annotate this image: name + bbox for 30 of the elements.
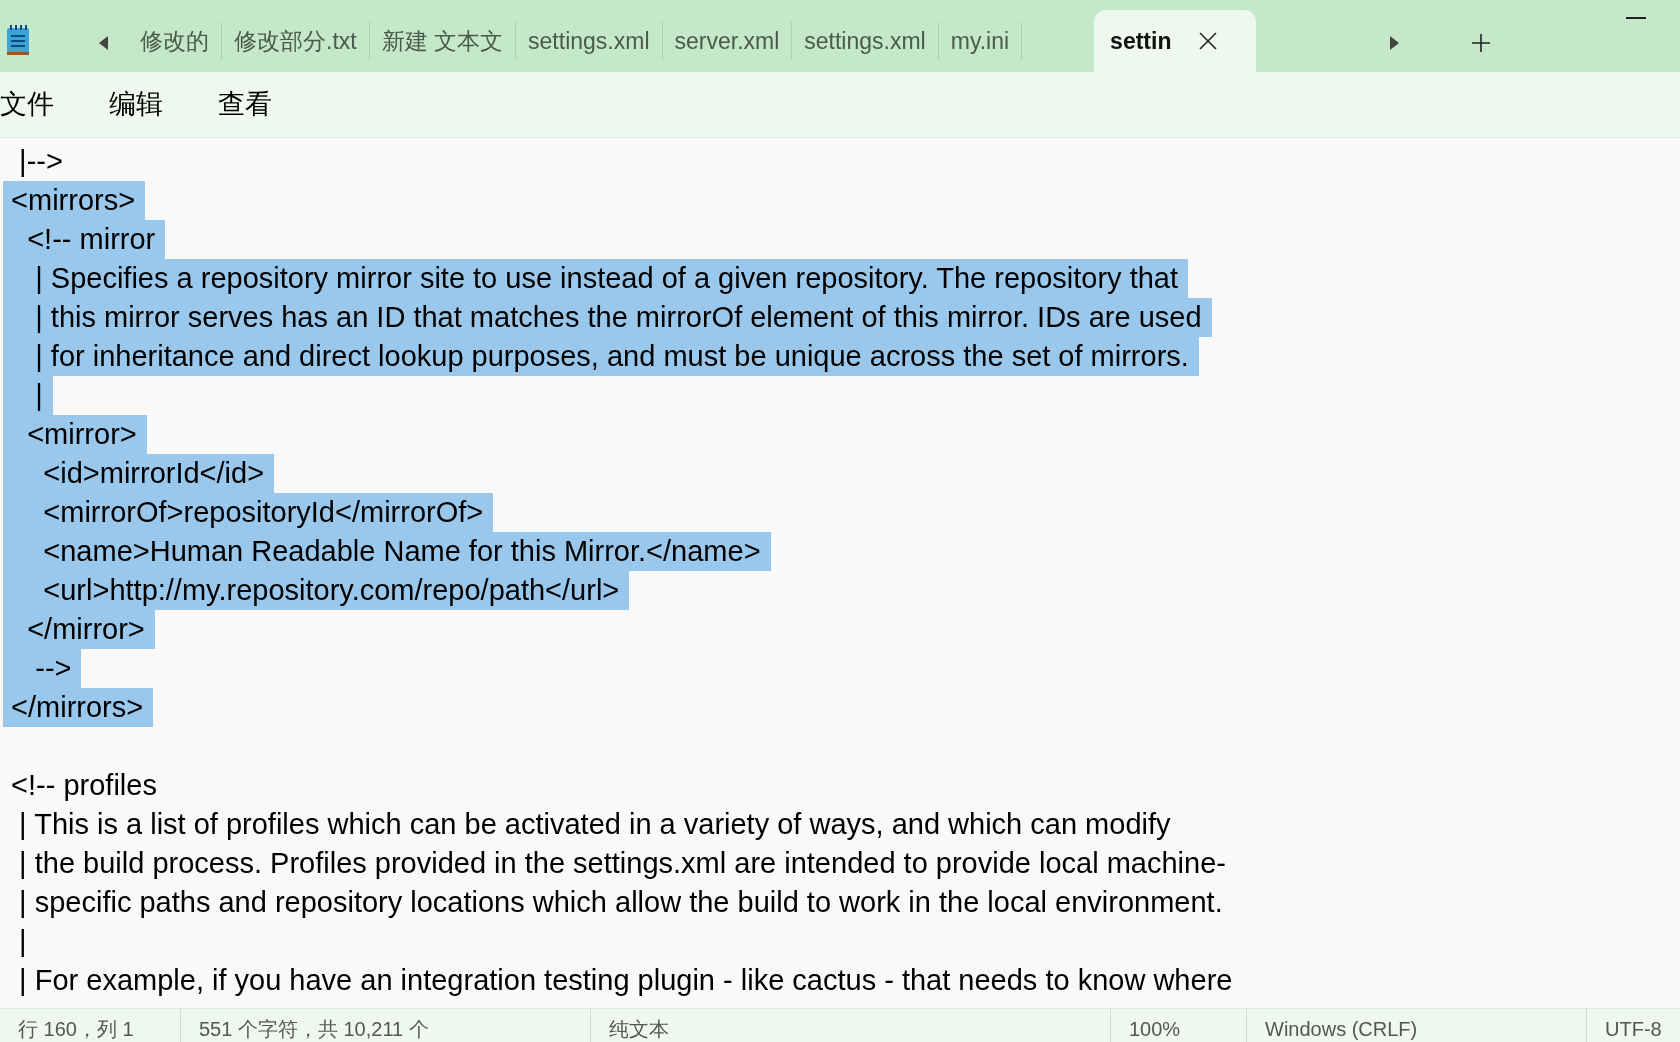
menu-item[interactable]: 文件 [0,84,54,125]
code-line: <!-- profiles [10,768,157,803]
tab[interactable]: settings.xml [516,22,663,60]
status-text: UTF-8 [1586,1009,1680,1042]
code-line: | This is a list of profiles which can be activated in a variety of ways, and which can modify [18,807,1171,842]
status-text: 纯文本 [590,1009,1110,1042]
tab[interactable]: 修改部分.txt [222,22,370,60]
tab[interactable]: settin [1094,10,1257,72]
code-line: | the build process. Profiles provided in the settings.xml are intended to provide local machine- [18,846,1226,881]
status-text: 100% [1110,1009,1246,1042]
notepad-icon [6,24,30,56]
triangle-right-icon [1389,35,1401,51]
plus-icon [1471,33,1491,53]
code-line: |--> [18,144,63,179]
triangle-left-icon [97,35,109,51]
code-line: | [18,924,27,959]
tab[interactable]: 修改的 [128,22,222,60]
code-line: | specific paths and repository locations which allow the build to work in the local environment. [18,885,1223,920]
tab[interactable]: my.ini [938,22,1023,60]
code-line: | For example, if you have an integration testing plugin - like cactus - that needs to know where [18,963,1233,998]
status-text: Windows (CRLF) [1246,1009,1586,1042]
tab[interactable]: settings.xml [792,22,939,60]
status-text: 551 个字符，共 10,211 个 [180,1009,590,1042]
menu-item[interactable]: 查看 [218,84,272,125]
status-text: 行 160，列 1 [17,1017,135,1042]
tab[interactable]: 新建 文本文 [369,22,517,60]
minimize-icon [1626,16,1646,20]
close-icon[interactable] [1199,32,1218,50]
menu-item[interactable]: 编辑 [109,84,163,125]
tab[interactable]: server.xml [662,22,793,60]
